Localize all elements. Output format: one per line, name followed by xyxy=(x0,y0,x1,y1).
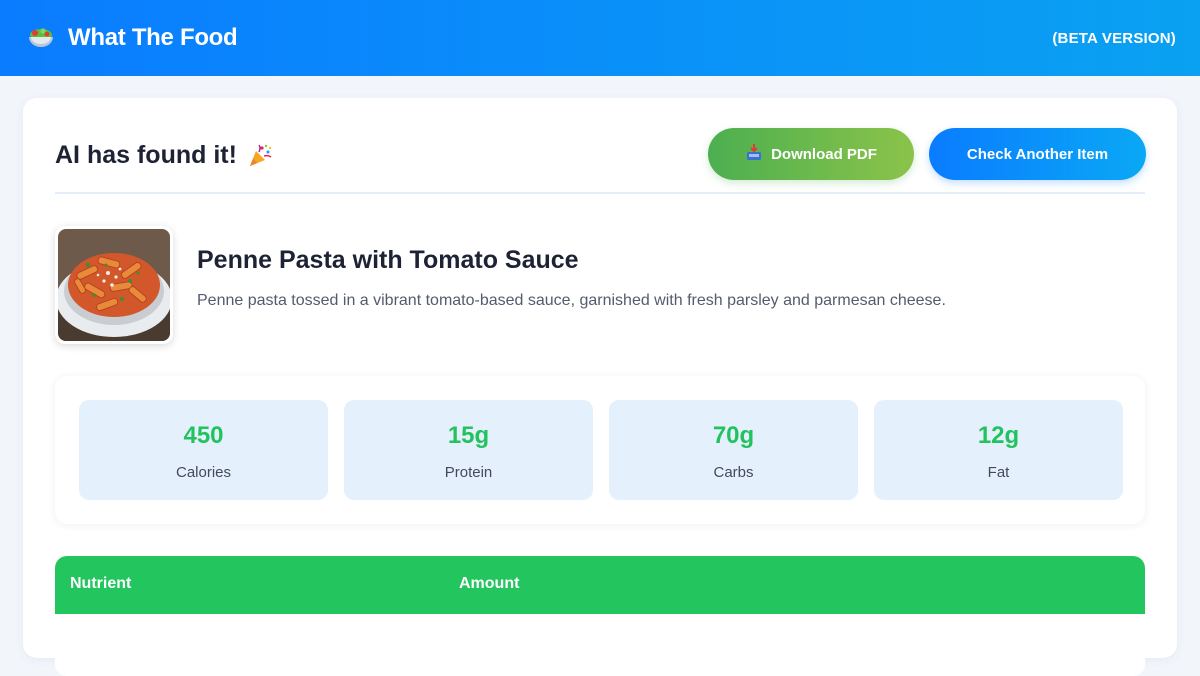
download-tray-icon xyxy=(745,143,763,165)
food-image xyxy=(55,226,173,344)
download-pdf-button[interactable]: Download PDF xyxy=(708,128,914,180)
food-summary: Penne Pasta with Tomato Sauce Penne past… xyxy=(55,226,1145,346)
result-heading-text: AI has found it! xyxy=(55,141,237,169)
stat-label: Fat xyxy=(987,464,1010,481)
nutrient-table: Nutrient Amount xyxy=(55,556,1145,676)
stat-fat: 12g Fat xyxy=(874,400,1123,500)
stat-carbs: 70g Carbs xyxy=(609,400,858,500)
column-header-amount: Amount xyxy=(459,575,520,592)
result-header: AI has found it! Download PDF Check Anot… xyxy=(55,128,1146,194)
beta-label: (BETA VERSION) xyxy=(1052,29,1176,47)
top-bar: What The Food (BETA VERSION) xyxy=(0,0,1200,76)
column-header-nutrient: Nutrient xyxy=(70,575,132,592)
download-pdf-label: Download PDF xyxy=(771,145,877,163)
food-description: Penne pasta tossed in a vibrant tomato-b… xyxy=(197,292,946,309)
salad-bowl-icon xyxy=(26,23,56,53)
party-popper-icon xyxy=(247,143,273,169)
result-heading: AI has found it! xyxy=(55,141,273,170)
stat-value: 12g xyxy=(977,422,1020,449)
check-another-button[interactable]: Check Another Item xyxy=(929,128,1146,180)
stat-value: 70g xyxy=(712,422,755,449)
stat-calories: 450 Calories xyxy=(79,400,328,500)
brand[interactable]: What The Food xyxy=(26,23,238,53)
stat-value: 15g xyxy=(447,422,490,449)
result-card: AI has found it! Download PDF Check Anot… xyxy=(23,98,1177,676)
stat-label: Carbs xyxy=(713,464,754,481)
stat-value: 450 xyxy=(183,422,224,449)
table-header-row: Nutrient Amount xyxy=(55,556,1145,614)
stat-protein: 15g Protein xyxy=(344,400,593,500)
stat-label: Protein xyxy=(444,464,493,481)
nutrition-summary: 450 Calories 15g Protein 70g Carbs 12g F… xyxy=(55,376,1145,524)
stat-label: Calories xyxy=(175,464,232,481)
app-title: What The Food xyxy=(68,24,238,51)
food-name: Penne Pasta with Tomato Sauce xyxy=(197,246,579,274)
